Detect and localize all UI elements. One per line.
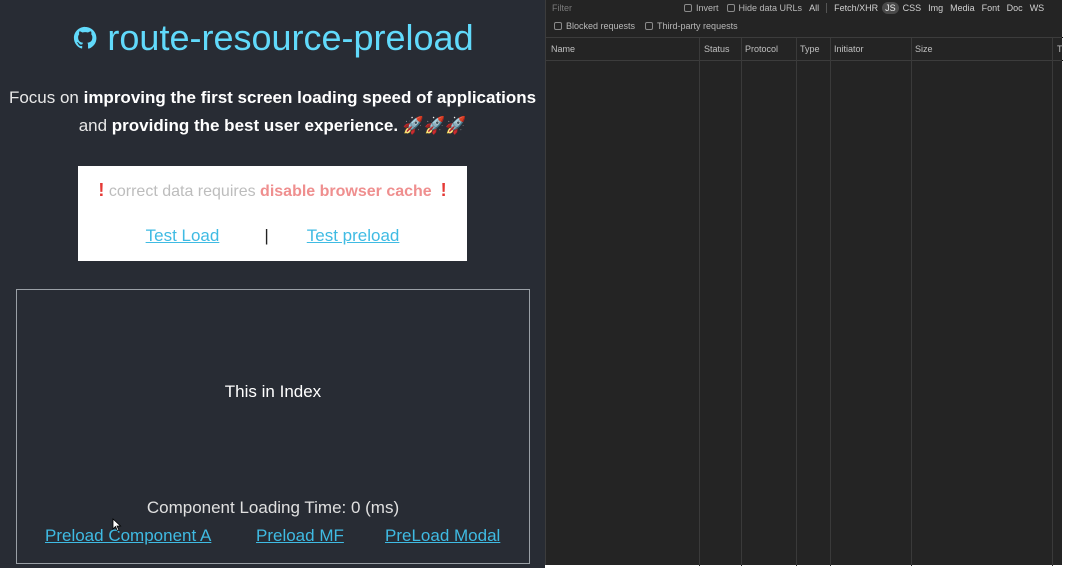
network-filter-bar: Invert Hide data URLs All Fetch/XHR JS C… <box>546 0 1063 16</box>
type-filter-css[interactable]: CSS <box>903 3 922 13</box>
github-octocat-icon <box>74 26 97 49</box>
column-header-size[interactable]: Size <box>915 44 933 54</box>
column-header-status[interactable]: Status <box>704 44 730 54</box>
demo-container: This in Index Component Loading Time: 0 … <box>16 289 530 564</box>
invert-label: Invert <box>696 3 719 13</box>
column-divider[interactable] <box>911 38 912 566</box>
third-party-requests-label: Third-party requests <box>657 21 738 31</box>
checkbox-icon[interactable] <box>554 22 562 30</box>
blocked-requests-label: Blocked requests <box>566 21 636 31</box>
type-filter-media[interactable]: Media <box>950 3 975 13</box>
divider <box>826 3 828 13</box>
intro-part-2: and <box>78 116 112 135</box>
preload-modal-link[interactable]: PreLoad Modal <box>385 526 500 546</box>
type-filter-all[interactable]: All <box>809 3 819 13</box>
type-filter-ws[interactable]: WS <box>1030 3 1045 13</box>
preload-mf-link[interactable]: Preload MF <box>256 526 344 546</box>
type-filter-font[interactable]: Font <box>982 3 1000 13</box>
intro-text: Focus on improving the first screen load… <box>0 84 545 140</box>
column-header-protocol[interactable]: Protocol <box>745 44 778 54</box>
column-divider[interactable] <box>830 38 831 566</box>
column-divider[interactable] <box>796 38 797 566</box>
intro-line-1: Focus on improving the first screen load… <box>0 84 545 112</box>
column-header-type[interactable]: Type <box>800 44 820 54</box>
link-separator: | <box>264 226 269 245</box>
blocked-requests-checkbox[interactable]: Blocked requests <box>554 21 635 31</box>
app-pane: route-resource-preload Focus on improvin… <box>0 0 545 568</box>
devtools-network-panel: Invert Hide data URLs All Fetch/XHR JS C… <box>545 0 1063 566</box>
notice-line: ! correct data requires disable browser … <box>78 178 467 204</box>
intro-part-1: Focus on <box>8 88 84 107</box>
index-text: This in Index <box>224 382 322 401</box>
hide-data-urls-label: Hide data URLs <box>738 3 803 13</box>
cache-notice: ! correct data requires disable browser … <box>78 166 467 261</box>
notice-text: correct data requires <box>104 183 261 200</box>
test-links: Test Load | Test preload <box>78 226 467 246</box>
type-filter-fetch-xhr[interactable]: Fetch/XHR <box>834 3 878 13</box>
intro-bold-1: improving the first screen loading speed… <box>83 88 537 107</box>
checkbox-icon[interactable] <box>645 22 654 30</box>
invert-checkbox[interactable]: Invert <box>684 3 719 13</box>
notice-strong: disable browser cache <box>260 183 432 200</box>
type-filter-img[interactable]: Img <box>928 3 943 13</box>
page-title: route-resource-preload <box>0 16 545 60</box>
rocket-icon: 🚀🚀🚀 <box>398 116 467 135</box>
column-divider[interactable] <box>699 38 700 566</box>
mouse-pointer-icon <box>112 518 122 532</box>
column-divider[interactable] <box>1052 38 1053 566</box>
test-preload-link[interactable]: Test preload <box>307 226 400 246</box>
hide-data-urls-checkbox[interactable]: Hide data URLs <box>726 3 803 13</box>
column-header-name[interactable]: Name <box>551 44 575 54</box>
intro-bold-2: providing the best user experience. <box>111 116 399 135</box>
table-header: Name Status Protocol Type Initiator Size… <box>546 38 1063 61</box>
loading-time-text: Component Loading Time: 0 (ms) <box>146 498 400 517</box>
checkbox-icon[interactable] <box>726 4 735 12</box>
column-header-initiator[interactable]: Initiator <box>834 44 864 54</box>
column-divider[interactable] <box>741 38 742 566</box>
exclamation-icon: ! <box>440 180 447 200</box>
test-load-link[interactable]: Test Load <box>146 226 220 246</box>
network-filter-row-2: Blocked requests Third-party requests <box>546 18 1063 34</box>
title-text: route-resource-preload <box>107 17 474 58</box>
type-filter-doc[interactable]: Doc <box>1007 3 1023 13</box>
network-request-table: Name Status Protocol Type Initiator Size… <box>546 37 1063 566</box>
filter-input[interactable] <box>548 1 674 15</box>
intro-line-2: and providing the best user experience. … <box>0 112 545 140</box>
preload-component-a-link[interactable]: Preload Component A <box>45 526 211 546</box>
type-filter-js[interactable]: JS <box>882 2 899 14</box>
third-party-requests-checkbox[interactable]: Third-party requests <box>645 21 738 31</box>
column-header-time[interactable]: T <box>1057 44 1063 54</box>
checkbox-icon[interactable] <box>684 4 692 12</box>
